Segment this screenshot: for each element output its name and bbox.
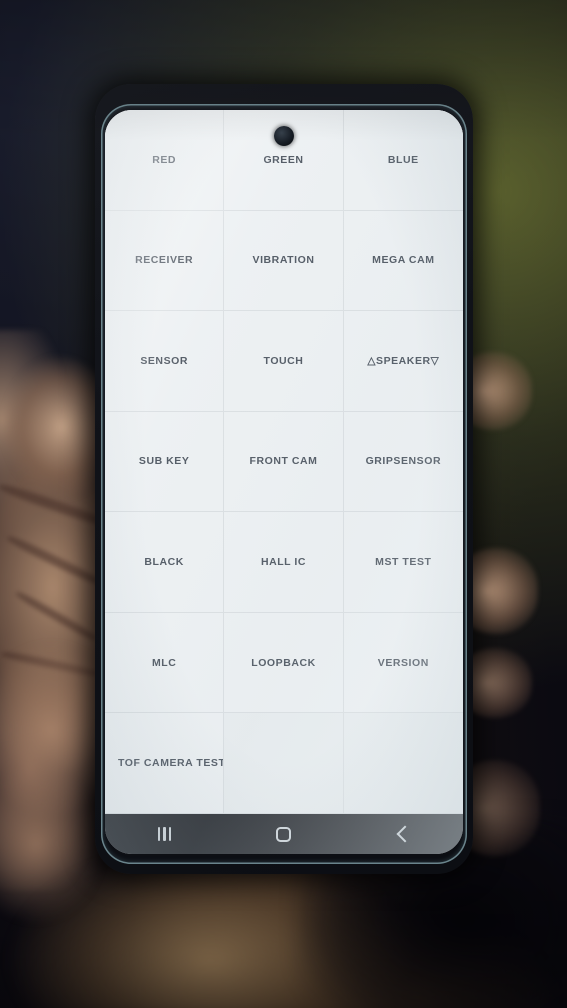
service-mode-test-grid: RED GREEN BLUE RECEIVER VIBRATION MEGA CAM SEN… (105, 110, 463, 814)
phone-device: RED GREEN BLUE RECEIVER VIBRATION MEGA CAM SEN… (95, 84, 473, 874)
test-button[interactable]: △SPEAKER▽ (343, 311, 463, 412)
test-button[interactable]: TOF CAMERA TEST (105, 713, 225, 814)
grid-cell-empty (343, 713, 463, 814)
test-button-label: RECEIVER (135, 254, 194, 267)
phone-screen: RED GREEN BLUE RECEIVER VIBRATION MEGA CAM SEN… (105, 110, 463, 854)
home-button[interactable] (254, 814, 314, 854)
test-button[interactable]: HALL IC (224, 512, 344, 613)
home-icon (276, 826, 292, 842)
test-button[interactable]: VIBRATION (224, 210, 344, 312)
test-button[interactable]: BLACK (105, 512, 225, 613)
recents-icon (157, 827, 172, 841)
test-button-label: HALL IC (260, 556, 307, 569)
test-button-label: FRONT CAM (249, 455, 318, 468)
test-button-label: SUB KEY (138, 455, 190, 468)
recents-button[interactable] (135, 814, 195, 854)
android-navigation-bar (105, 814, 463, 854)
test-button-label: BLACK (144, 556, 184, 569)
test-button-label: MST TEST (375, 556, 432, 569)
test-button[interactable]: SUB KEY (105, 411, 225, 513)
photo-scene: RED GREEN BLUE RECEIVER VIBRATION MEGA CAM SEN… (0, 0, 567, 1008)
back-icon (396, 825, 414, 843)
test-button[interactable]: RECEIVER (105, 210, 225, 312)
punch-hole-camera-icon (274, 126, 294, 146)
test-button-label: LOOPBACK (251, 656, 316, 669)
test-button[interactable]: RED (105, 110, 225, 211)
test-button-label: BLUE (387, 153, 419, 166)
test-button-label: VIBRATION (252, 254, 315, 267)
test-button-label: GRIPSENSOR (365, 455, 442, 468)
test-button[interactable]: BLUE (343, 110, 463, 211)
test-button[interactable]: MLC (105, 612, 225, 714)
test-button-label: TOF CAMERA TEST (118, 757, 225, 770)
test-button[interactable]: LOOPBACK (224, 612, 344, 714)
test-button-label: VERSION (377, 656, 429, 669)
test-button-label: SENSOR (140, 354, 188, 367)
test-button[interactable]: TOUCH (224, 311, 344, 412)
test-button[interactable]: SENSOR (105, 311, 225, 412)
test-button[interactable]: VERSION (343, 612, 463, 714)
test-button-label: GREEN (263, 153, 304, 166)
test-button-label: △SPEAKER▽ (367, 354, 440, 367)
grid-cell-empty (224, 713, 344, 814)
back-button[interactable] (373, 814, 433, 854)
test-button-label: MEGA CAM (372, 254, 435, 267)
test-button[interactable]: MEGA CAM (343, 210, 463, 312)
test-button-label: RED (152, 153, 177, 166)
test-button[interactable]: FRONT CAM (224, 411, 344, 513)
test-button-label: TOUCH (263, 354, 304, 367)
test-button[interactable]: MST TEST (343, 512, 463, 613)
test-button-label: MLC (151, 656, 177, 669)
test-button[interactable]: GRIPSENSOR (343, 411, 463, 513)
